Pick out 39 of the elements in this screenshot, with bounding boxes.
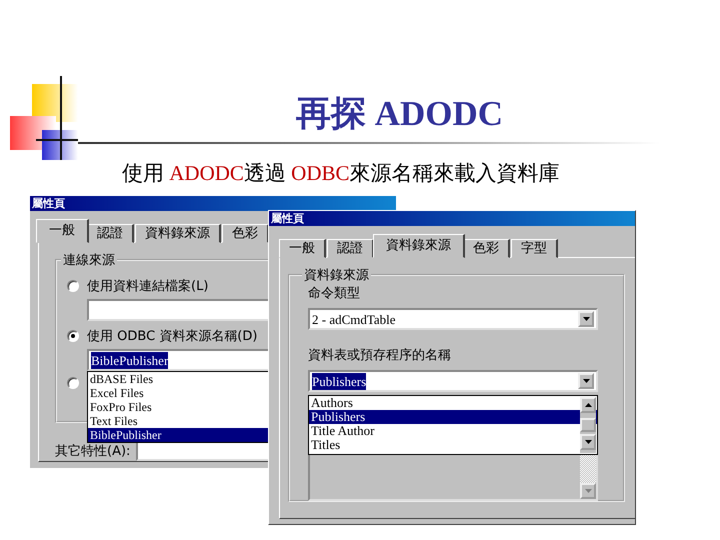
window-title: 屬性頁 <box>269 211 635 226</box>
scroll-down-button[interactable] <box>580 434 596 450</box>
radio-button[interactable] <box>67 280 79 292</box>
scroll-up-button[interactable] <box>580 397 596 413</box>
radio-button[interactable] <box>67 377 79 389</box>
scroll-thumb[interactable] <box>580 418 596 432</box>
list-item[interactable]: Authors <box>309 396 597 410</box>
radio-label: 使用資料連結檔案(L) <box>87 278 208 295</box>
combo-value: Publishers <box>312 372 366 390</box>
slide-subtitle: 使用 ADODC透過 ODBC來源名稱來載入資料庫 <box>122 160 561 187</box>
combo-value: 2 - adCmdTable <box>312 310 396 328</box>
tab[interactable]: 一般 <box>36 219 89 243</box>
dropdown-button[interactable] <box>578 373 594 389</box>
command-type-combo[interactable]: 2 - adCmdTable <box>308 308 598 330</box>
radio-button[interactable] <box>67 330 79 342</box>
combo-value: BiblePublisher <box>91 352 168 368</box>
group-label: 資料錄來源 <box>303 267 370 284</box>
tab[interactable]: 色彩 <box>222 224 269 243</box>
dropdown-button[interactable] <box>578 311 594 327</box>
tab[interactable]: 色彩 <box>463 239 510 258</box>
tab[interactable]: 字型 <box>511 239 558 258</box>
field-label: 其它特性(A): <box>55 443 130 460</box>
tab[interactable]: 資料錄來源 <box>373 234 465 258</box>
list-item[interactable]: Publishers <box>309 410 597 424</box>
down-arrow-icon <box>584 440 592 444</box>
field-label: 命令類型 <box>308 285 361 302</box>
slide-title: 再探 ADODC <box>296 93 504 135</box>
down-arrow-icon <box>584 489 592 493</box>
tab[interactable]: 認證 <box>87 224 134 243</box>
tab[interactable]: 認證 <box>327 239 374 258</box>
up-arrow-icon <box>584 403 592 407</box>
table-name-combo[interactable]: Publishers <box>308 370 598 392</box>
tab[interactable]: 一般 <box>279 239 326 258</box>
down-arrow-icon <box>582 379 590 383</box>
window-title: 屬性頁 <box>30 196 396 211</box>
radio-label: 使用 ODBC 資料來源名稱(D) <box>87 328 258 345</box>
tab[interactable]: 資料錄來源 <box>135 224 221 243</box>
down-arrow-icon <box>582 317 590 321</box>
group-label: 連線來源 <box>62 252 116 269</box>
